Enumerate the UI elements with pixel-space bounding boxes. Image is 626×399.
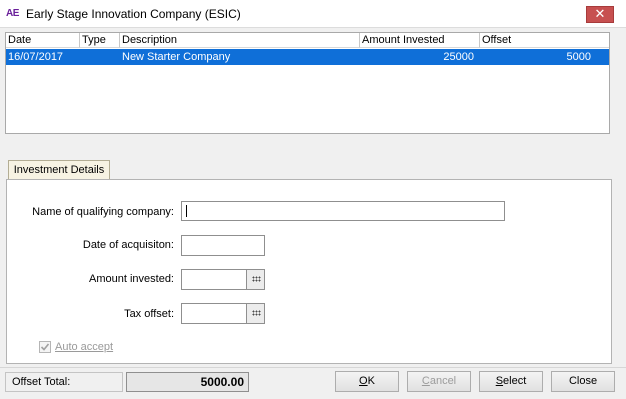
company-name-label: Name of qualifying company: xyxy=(32,206,174,218)
investments-table[interactable]: Date Type Description Amount Invested Of… xyxy=(5,32,610,134)
offset-total-value: 5000.00 xyxy=(126,372,249,392)
ok-button[interactable]: OK xyxy=(335,371,399,392)
close-button[interactable]: Close xyxy=(551,371,615,392)
offset-total-label: Offset Total: xyxy=(12,376,71,388)
ok-label-rest: K xyxy=(367,375,375,387)
table-row[interactable]: 16/07/2017 New Starter Company 25000 500… xyxy=(6,49,609,65)
calculator-icon xyxy=(252,276,261,282)
auto-accept-label: Auto accept xyxy=(55,341,114,353)
select-mnemonic: S xyxy=(495,375,504,387)
cancel-button[interactable]: Cancel xyxy=(407,371,471,392)
column-header-amount-invested[interactable]: Amount Invested xyxy=(360,33,480,48)
cancel-label-rest: ancel xyxy=(429,375,457,387)
date-of-acquisition-label: Date of acquisiton: xyxy=(82,239,174,251)
calculator-icon xyxy=(252,310,261,316)
tax-offset-calculator-button[interactable] xyxy=(246,303,265,324)
cell-description: New Starter Company xyxy=(122,51,231,63)
cell-date: 16/07/2017 xyxy=(8,51,64,63)
title-bar: AE Early Stage Innovation Company (ESIC)… xyxy=(0,0,626,28)
cell-type xyxy=(82,49,120,65)
window-title: Early Stage Innovation Company (ESIC) xyxy=(26,7,241,21)
column-header-description[interactable]: Description xyxy=(120,33,360,48)
tax-offset-input[interactable] xyxy=(181,303,247,324)
cancel-mnemonic: C xyxy=(421,375,430,387)
column-header-date[interactable]: Date xyxy=(6,33,80,48)
cell-offset: 5000 xyxy=(566,51,591,63)
close-icon: ✕ xyxy=(594,6,606,21)
window-close-button[interactable]: ✕ xyxy=(586,6,614,23)
footer-divider xyxy=(0,367,626,368)
amount-calculator-button[interactable] xyxy=(246,269,265,290)
column-header-offset[interactable]: Offset xyxy=(480,33,609,48)
text-cursor xyxy=(186,205,187,217)
cell-amount-invested: 25000 xyxy=(443,51,474,63)
company-name-input[interactable] xyxy=(181,201,505,221)
tax-offset-label: Tax offset: xyxy=(124,308,174,320)
tab-investment-details[interactable]: Investment Details xyxy=(8,160,110,180)
amount-invested-input[interactable] xyxy=(181,269,247,290)
auto-accept-checkbox[interactable] xyxy=(39,341,51,353)
ok-mnemonic: O xyxy=(359,375,368,387)
amount-invested-label: Amount invested: xyxy=(89,273,174,285)
column-header-type[interactable]: Type xyxy=(80,33,120,48)
date-of-acquisition-input[interactable] xyxy=(181,235,265,256)
app-logo-icon: AE xyxy=(6,8,19,19)
checkmark-icon xyxy=(40,343,50,351)
select-label-rest: elect xyxy=(503,375,527,387)
select-button[interactable]: Select xyxy=(479,371,543,392)
